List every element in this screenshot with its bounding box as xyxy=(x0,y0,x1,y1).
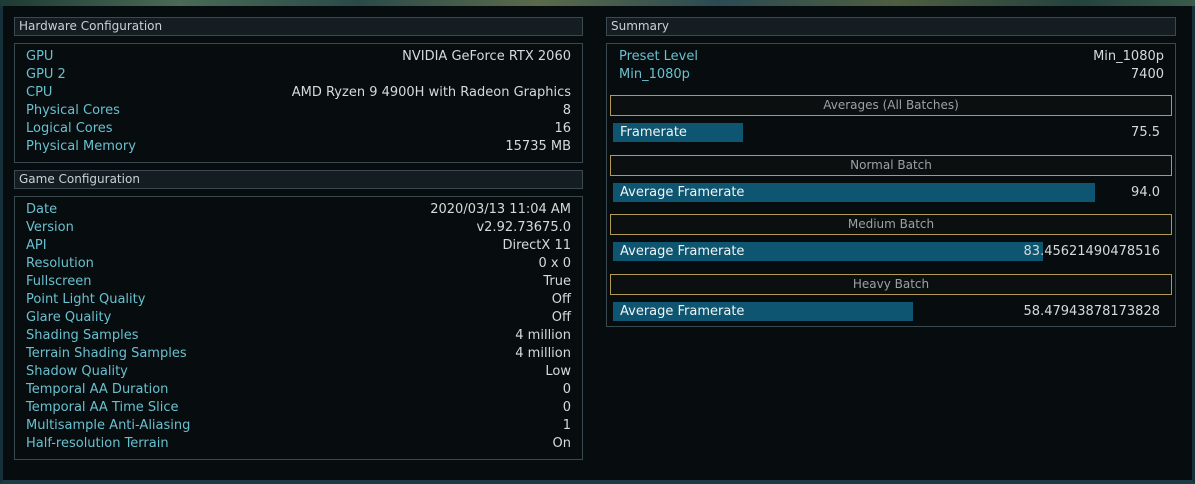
hardware-config-header: Hardware Configuration xyxy=(14,17,583,36)
config-row: CPU AMD Ryzen 9 4900H with Radeon Graphic… xyxy=(26,84,571,102)
config-row: Resolution 0 x 0 xyxy=(26,255,571,273)
config-key: Logical Cores xyxy=(26,121,113,136)
config-key: Version xyxy=(26,220,74,235)
config-value: 1 xyxy=(562,418,571,433)
config-value: Low xyxy=(545,364,571,379)
config-value: 7400 xyxy=(1130,67,1164,82)
config-value: NVIDIA GeForce RTX 2060 xyxy=(402,49,571,64)
config-row: GPU 2 xyxy=(26,66,571,84)
config-value: 16 xyxy=(554,121,571,136)
config-row: Min_1080p 7400 xyxy=(619,66,1164,84)
config-value: 8 xyxy=(562,103,571,118)
config-value: True xyxy=(543,274,571,289)
config-row: Shading Samples 4 million xyxy=(26,327,571,345)
config-row: GPU NVIDIA GeForce RTX 2060 xyxy=(26,48,571,66)
config-value: v2.92.73675.0 xyxy=(476,220,571,235)
config-row: Version v2.92.73675.0 xyxy=(26,219,571,237)
config-row: Shadow Quality Low xyxy=(26,363,571,381)
config-value: AMD Ryzen 9 4900H with Radeon Graphics xyxy=(291,85,571,100)
config-value: Off xyxy=(551,310,571,325)
config-key: GPU xyxy=(26,49,54,64)
framerate-bar-label: Framerate xyxy=(620,125,687,140)
framerate-bar-value: 58.47943878173828 xyxy=(1023,303,1160,319)
config-row: Preset Level Min_1080p xyxy=(619,48,1164,66)
config-key: Fullscreen xyxy=(26,274,92,289)
summary-header: Summary xyxy=(606,17,1176,36)
config-key: Half-resolution Terrain xyxy=(26,436,169,451)
config-value: 0 xyxy=(562,382,571,397)
config-row: Temporal AA Time Slice 0 xyxy=(26,399,571,417)
config-row: API DirectX 11 xyxy=(26,237,571,255)
config-key: API xyxy=(26,238,47,253)
framerate-bar-row: Average Framerate 83.45621490478516 xyxy=(613,242,1169,261)
config-key: Glare Quality xyxy=(26,310,112,325)
framerate-bar-row: Average Framerate 58.47943878173828 xyxy=(613,301,1169,321)
config-row: Multisample Anti-Aliasing 1 xyxy=(26,417,571,435)
config-value: On xyxy=(552,436,571,451)
config-row: Logical Cores 16 xyxy=(26,120,571,138)
framerate-bar-row: Average Framerate 94.0 xyxy=(613,182,1169,202)
config-row: Physical Memory 15735 MB xyxy=(26,138,571,156)
config-key: Resolution xyxy=(26,256,94,271)
config-value: 2020/03/13 11:04 AM xyxy=(430,202,571,217)
config-key: Point Light Quality xyxy=(26,292,146,307)
game-config-header: Game Configuration xyxy=(14,170,583,189)
framerate-bar-label: Average Framerate xyxy=(620,244,745,259)
config-row: Glare Quality Off xyxy=(26,309,571,327)
config-key: Physical Memory xyxy=(26,139,136,154)
config-row: Date 2020/03/13 11:04 AM xyxy=(26,201,571,219)
config-row: Half-resolution Terrain On xyxy=(26,435,571,453)
config-value: 4 million xyxy=(515,328,571,343)
config-row: Temporal AA Duration 0 xyxy=(26,381,571,399)
config-value: Min_1080p xyxy=(1093,49,1164,64)
game-config-panel: Date 2020/03/13 11:04 AM Version v2.92.7367… xyxy=(14,196,583,460)
config-row: Terrain Shading Samples 4 million xyxy=(26,345,571,363)
config-value: DirectX 11 xyxy=(502,238,571,253)
config-value: 0 x 0 xyxy=(538,256,572,271)
config-key: Preset Level xyxy=(619,49,698,64)
config-value: 0 xyxy=(562,400,571,415)
config-value: 15735 MB xyxy=(505,139,571,154)
config-row: Fullscreen True xyxy=(26,273,571,291)
config-key: GPU 2 xyxy=(26,67,66,82)
config-key: Multisample Anti-Aliasing xyxy=(26,418,191,433)
config-value: Off xyxy=(551,292,571,307)
config-key: Date xyxy=(26,202,58,217)
config-key: Terrain Shading Samples xyxy=(26,346,187,361)
config-key: Physical Cores xyxy=(26,103,120,118)
batch-header: Heavy Batch xyxy=(610,273,1172,295)
config-key: Min_1080p xyxy=(619,67,690,82)
config-key: Temporal AA Time Slice xyxy=(26,400,179,415)
config-value: 4 million xyxy=(515,346,571,361)
config-key: Shadow Quality xyxy=(26,364,128,379)
framerate-bar-value: 83.45621490478516 xyxy=(1023,244,1160,259)
config-row: Point Light Quality Off xyxy=(26,291,571,309)
config-key: Shading Samples xyxy=(26,328,139,343)
batch-header: Medium Batch xyxy=(610,214,1172,235)
game-config-title: Game Configuration xyxy=(19,172,140,186)
config-key: Temporal AA Duration xyxy=(26,382,169,397)
framerate-bar-label: Average Framerate xyxy=(620,303,745,319)
framerate-bar-value: 75.5 xyxy=(1131,125,1160,140)
hardware-config-panel: GPU NVIDIA GeForce RTX 2060 GPU 2 CPU AMD Ry… xyxy=(14,43,583,163)
batch-header: Normal Batch xyxy=(610,154,1172,176)
framerate-bar-label: Average Framerate xyxy=(620,184,745,200)
summary-panel: Preset Level Min_1080p Min_1080p 7400 Avera… xyxy=(606,43,1176,327)
framerate-bar-row: Framerate 75.5 xyxy=(613,123,1169,142)
config-key: CPU xyxy=(26,85,53,100)
framerate-bar-value: 94.0 xyxy=(1131,184,1160,200)
summary-title: Summary xyxy=(611,19,669,33)
config-row: Physical Cores 8 xyxy=(26,102,571,120)
batch-header: Averages (All Batches) xyxy=(610,95,1172,116)
hardware-config-title: Hardware Configuration xyxy=(19,19,163,33)
